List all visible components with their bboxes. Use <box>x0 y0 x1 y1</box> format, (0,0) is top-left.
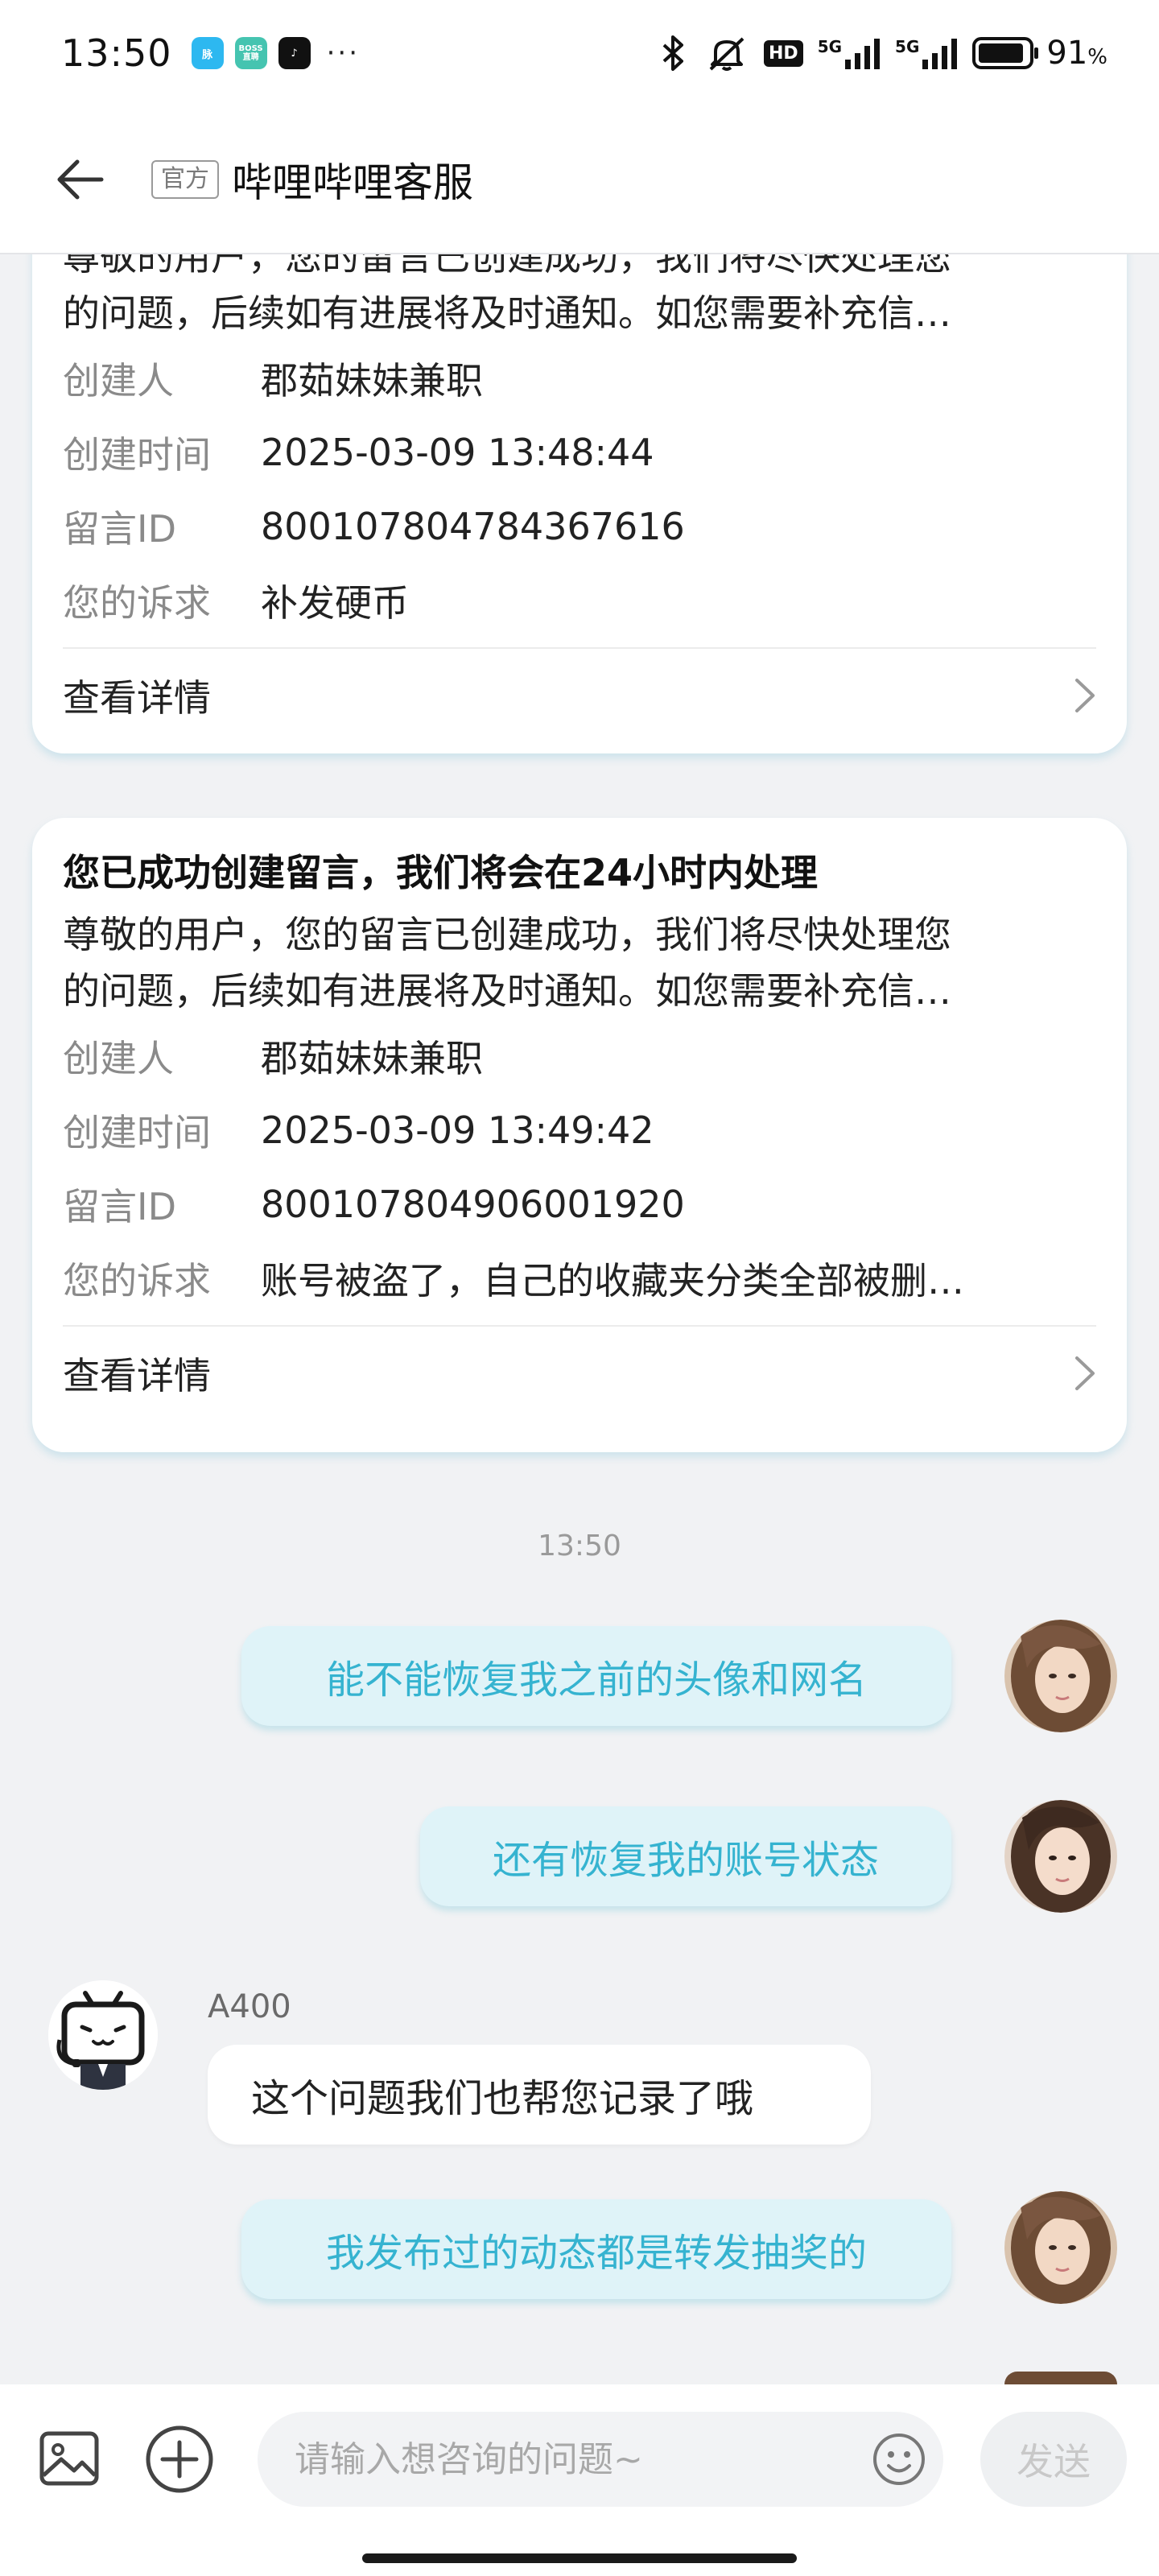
battery-unit: % <box>1087 45 1107 69</box>
bluetooth-icon <box>662 35 683 71</box>
view-details-button[interactable]: 查看详情 <box>63 1327 1096 1420</box>
field-value: 账号被盗了，自己的收藏夹分类全部被删… <box>261 1259 964 1302</box>
message-input-container <box>258 2412 943 2507</box>
ticket-card: 您已成功创建留言，我们将会在24小时内处理 尊敬的用户，您的留言已创建成功，我们… <box>32 818 1127 1452</box>
chevron-right-icon <box>1075 1356 1095 1390</box>
back-button[interactable] <box>52 151 108 208</box>
input-bar: 发送 <box>0 2384 1159 2576</box>
field-label: 创建人 <box>63 1037 174 1080</box>
mute-icon <box>709 37 744 71</box>
emoji-button[interactable] <box>871 2431 927 2487</box>
user-avatar[interactable] <box>1004 1620 1117 1732</box>
signal-strength-icon <box>922 39 958 69</box>
ticket-field-created-time: 创建时间 2025-03-09 13:48:44 <box>63 415 1096 489</box>
maimai-app-icon: 脉 <box>191 37 224 69</box>
field-label: 您的诉求 <box>63 581 211 625</box>
user-message-bubble[interactable]: 还有恢复我的账号状态 <box>420 1806 951 1906</box>
view-details-label: 查看详情 <box>63 676 211 720</box>
battery-icon <box>972 37 1039 69</box>
plus-circle-icon <box>146 2425 213 2493</box>
field-value: 800107804906001920 <box>261 1183 685 1226</box>
ticket-field-message-id: 留言ID 800107804906001920 <box>63 1167 1096 1241</box>
ticket-field-request: 您的诉求 账号被盗了，自己的收藏夹分类全部被删… <box>63 1241 1096 1315</box>
ticket-field-request: 您的诉求 补发硬币 <box>63 564 1096 638</box>
image-picker-button[interactable] <box>35 2425 103 2492</box>
field-label: 创建时间 <box>63 433 211 477</box>
status-app-icons: 脉 BOSS直聘 ♪ ··· <box>191 37 361 69</box>
field-label: 留言ID <box>63 507 176 551</box>
ticket-field-message-id: 留言ID 800107804784367616 <box>63 489 1096 564</box>
field-label: 留言ID <box>63 1185 176 1228</box>
bot-message-bubble[interactable]: 这个问题我们也帮您记录了哦 <box>208 2045 871 2145</box>
signal-5g-1: 5G <box>818 37 881 69</box>
chevron-right-icon <box>1075 679 1095 712</box>
message-input[interactable] <box>295 2438 842 2480</box>
home-indicator[interactable] <box>362 2553 797 2563</box>
ticket-field-creator: 创建人 郡茹妹妹兼职 <box>63 341 1096 415</box>
ticket-card-title: 您已成功创建留言，我们将会在24小时内处理 <box>63 851 819 894</box>
field-label: 创建时间 <box>63 1111 211 1154</box>
view-details-button[interactable]: 查看详情 <box>63 649 1096 742</box>
user-avatar[interactable] <box>1004 2191 1117 2304</box>
page-title: 哔哩哔哩客服 <box>232 159 473 206</box>
more-notifications-icon: ··· <box>326 37 361 69</box>
ticket-card-body: 尊敬的用户，您的留言已创建成功，我们将尽快处理您 的问题，后续如有进展将及时通知… <box>63 906 1096 1019</box>
boss-zhipin-app-icon: BOSS直聘 <box>234 37 267 69</box>
add-attachment-button[interactable] <box>143 2423 216 2496</box>
view-details-label: 查看详情 <box>63 1354 211 1397</box>
status-time: 13:50 <box>61 31 172 75</box>
field-value: 800107804784367616 <box>261 505 685 548</box>
field-label: 创建人 <box>63 359 174 402</box>
ticket-body-line: 的问题，后续如有进展将及时通知。如您需要补充信… <box>63 969 951 1013</box>
ticket-body-line: 尊敬的用户，您的留言已创建成功，我们将尽快处理您 <box>63 913 951 956</box>
signal-strength-icon <box>845 39 881 69</box>
bot-avatar[interactable] <box>48 1980 158 2090</box>
emoji-icon <box>873 2434 925 2485</box>
status-bar: 13:50 脉 BOSS直聘 ♪ ··· HD 5G 5G 91% <box>0 0 1159 106</box>
user-avatar[interactable] <box>1004 1800 1117 1913</box>
field-value: 补发硬币 <box>261 581 409 625</box>
field-value: 郡茹妹妹兼职 <box>261 359 483 402</box>
hd-badge: HD <box>764 39 803 67</box>
official-tag: 官方 <box>151 160 219 199</box>
ticket-field-creator: 创建人 郡茹妹妹兼职 <box>63 1019 1096 1093</box>
ticket-body-line: 的问题，后续如有进展将及时通知。如您需要补充信… <box>63 291 951 335</box>
user-message-bubble[interactable]: 我发布过的动态都是转发抽奖的 <box>241 2199 951 2299</box>
user-avatar[interactable] <box>1004 2372 1117 2384</box>
image-icon <box>39 2431 99 2486</box>
back-arrow-icon <box>57 159 104 200</box>
battery-percent: 91 <box>1046 35 1088 72</box>
field-value: 2025-03-09 13:49:42 <box>261 1108 654 1152</box>
battery-indicator: 91% <box>972 35 1107 72</box>
field-label: 您的诉求 <box>63 1259 211 1302</box>
chat-time-separator: 13:50 <box>538 1530 621 1563</box>
signal-5g-2: 5G <box>895 37 958 69</box>
send-button[interactable]: 发送 <box>980 2412 1127 2507</box>
field-value: 2025-03-09 13:48:44 <box>261 431 654 474</box>
header: 官方 哔哩哔哩客服 <box>0 106 1159 254</box>
ticket-field-created-time: 创建时间 2025-03-09 13:49:42 <box>63 1093 1096 1167</box>
tiktok-app-icon: ♪ <box>278 37 311 69</box>
bot-sender-name: A400 <box>208 1988 291 2025</box>
field-value: 郡茹妹妹兼职 <box>261 1037 483 1080</box>
user-message-bubble[interactable]: 能不能恢复我之前的头像和网名 <box>241 1626 951 1726</box>
